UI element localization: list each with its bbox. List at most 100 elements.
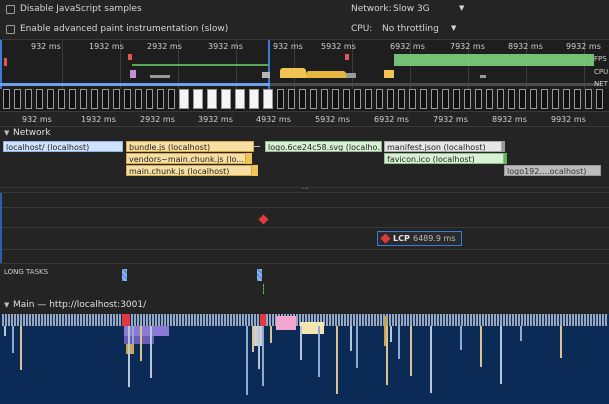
flame-entry[interactable]	[14, 314, 16, 326]
flame-entry[interactable]	[167, 314, 169, 326]
filmstrip-frame[interactable]	[249, 89, 259, 109]
flame-entry[interactable]	[476, 314, 478, 326]
flame-entry[interactable]	[2, 314, 4, 326]
flame-entry[interactable]	[464, 314, 466, 326]
filmstrip-frame[interactable]	[497, 89, 504, 109]
flame-entry[interactable]	[341, 314, 343, 326]
flame-entry[interactable]	[410, 314, 412, 326]
flame-entry[interactable]	[569, 314, 571, 326]
flame-entry[interactable]	[356, 314, 358, 326]
flame-entry[interactable]	[461, 314, 463, 326]
flame-entry[interactable]	[124, 326, 169, 336]
filmstrip-frame[interactable]	[3, 89, 10, 109]
flame-entry[interactable]	[131, 314, 133, 326]
network-request[interactable]: manifest.json (localhost)	[384, 141, 502, 152]
flame-entry[interactable]	[353, 314, 355, 326]
filmstrip-frame[interactable]	[398, 89, 405, 109]
flame-entry[interactable]	[437, 314, 439, 326]
flame-entry[interactable]	[605, 314, 607, 326]
flame-entry[interactable]	[401, 314, 403, 326]
flame-entry[interactable]	[596, 314, 598, 326]
flame-entry[interactable]	[300, 322, 324, 334]
flame-entry[interactable]	[194, 314, 196, 326]
flame-entry[interactable]	[554, 314, 556, 326]
flame-entry[interactable]	[227, 314, 229, 326]
flame-entry[interactable]	[98, 314, 100, 326]
filmstrip-frame[interactable]	[277, 89, 284, 109]
flame-entry[interactable]	[32, 314, 34, 326]
filmstrip-frame[interactable]	[563, 89, 570, 109]
flame-entry[interactable]	[59, 314, 61, 326]
network-track-expand-icon[interactable]: ▼	[4, 129, 9, 137]
network-request[interactable]: localhost/ (localhost)	[3, 141, 123, 152]
filmstrip-frame[interactable]	[168, 89, 175, 109]
flame-entry[interactable]	[23, 314, 25, 326]
long-tasks-track[interactable]: LONG TASKS	[0, 263, 609, 295]
flame-entry[interactable]	[262, 326, 264, 386]
filmstrip-frame[interactable]	[387, 89, 394, 109]
flame-entry[interactable]	[212, 314, 214, 326]
flame-entry[interactable]	[143, 314, 145, 326]
filmstrip-frame[interactable]	[69, 89, 76, 109]
filmstrip-frame[interactable]	[135, 89, 142, 109]
flame-entry[interactable]	[242, 314, 244, 326]
flame-entry[interactable]	[71, 314, 73, 326]
filmstrip-frame[interactable]	[299, 89, 306, 109]
flame-entry[interactable]	[470, 314, 472, 326]
flame-entry[interactable]	[191, 314, 193, 326]
flame-entry[interactable]	[173, 314, 175, 326]
cpu-throttle-select[interactable]: No throttling	[382, 24, 439, 34]
flame-entry[interactable]	[452, 314, 454, 326]
flame-entry[interactable]	[359, 314, 361, 326]
main-thread-flame-chart[interactable]	[0, 314, 609, 404]
flame-entry[interactable]	[38, 314, 40, 326]
network-track[interactable]: ▼ Network localhost/ (localhost) bundle.…	[0, 127, 609, 187]
flame-entry[interactable]	[518, 314, 520, 326]
flame-entry[interactable]	[254, 314, 256, 326]
flame-entry[interactable]	[494, 314, 496, 326]
flame-entry[interactable]	[440, 314, 442, 326]
flame-entry[interactable]	[62, 314, 64, 326]
filmstrip-frame[interactable]	[263, 89, 273, 109]
flame-entry[interactable]	[158, 314, 160, 326]
flame-entry[interactable]	[197, 314, 199, 326]
flame-entry[interactable]	[104, 314, 106, 326]
flame-entry[interactable]	[460, 326, 462, 350]
flame-entry[interactable]	[44, 314, 46, 326]
flame-entry[interactable]	[332, 314, 334, 326]
filmstrip-frame[interactable]	[343, 89, 350, 109]
flame-entry[interactable]	[386, 326, 388, 385]
flame-entry[interactable]	[563, 314, 565, 326]
flame-entry[interactable]	[218, 314, 220, 326]
flame-entry[interactable]	[485, 314, 487, 326]
flame-entry[interactable]	[398, 314, 400, 326]
filmstrip-frame[interactable]	[365, 89, 372, 109]
flame-entry[interactable]	[560, 314, 562, 326]
flame-entry[interactable]	[578, 314, 580, 326]
flame-entry[interactable]	[134, 314, 136, 326]
flame-entry[interactable]	[458, 314, 460, 326]
flame-entry[interactable]	[536, 314, 538, 326]
flame-entry[interactable]	[389, 314, 391, 326]
paint-marker-icon[interactable]	[258, 214, 269, 225]
flame-entry[interactable]	[239, 314, 241, 326]
flame-entry[interactable]	[4, 326, 6, 336]
flame-entry[interactable]	[185, 314, 187, 326]
flame-entry[interactable]	[419, 314, 421, 326]
filmstrip-frame[interactable]	[585, 89, 592, 109]
flame-entry[interactable]	[270, 326, 272, 343]
flame-entry[interactable]	[266, 314, 268, 326]
flame-entry[interactable]	[101, 314, 103, 326]
flame-entry[interactable]	[407, 314, 409, 326]
flame-entry[interactable]	[47, 314, 49, 326]
flame-entry[interactable]	[488, 314, 490, 326]
flame-entry[interactable]	[503, 314, 505, 326]
disable-js-samples-checkbox[interactable]	[6, 5, 15, 14]
flame-entry[interactable]	[206, 314, 208, 326]
flame-entry[interactable]	[260, 314, 266, 326]
flame-entry[interactable]	[593, 314, 595, 326]
filmstrip-frame[interactable]	[574, 89, 581, 109]
filmstrip-frame[interactable]	[552, 89, 559, 109]
flame-entry[interactable]	[230, 314, 232, 326]
flame-entry[interactable]	[344, 314, 346, 326]
